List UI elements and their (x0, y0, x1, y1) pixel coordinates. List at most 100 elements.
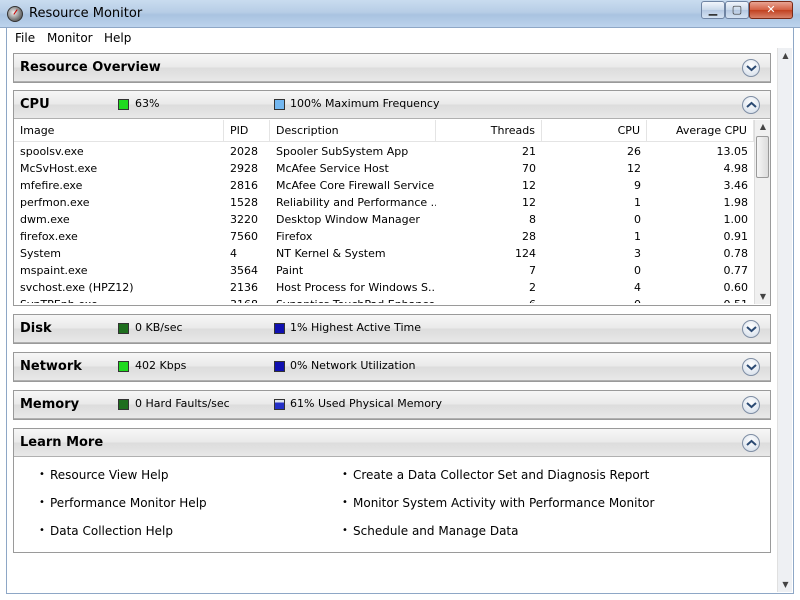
learn-link-schedule-manage-data[interactable]: Schedule and Manage Data (353, 524, 518, 538)
cell-description: Host Process for Windows S... (270, 279, 436, 296)
collapse-toggle-button[interactable] (742, 96, 760, 114)
table-header-row: Image PID Description Threads CPU Averag… (14, 120, 754, 142)
memory-faults-text: 0 Hard Faults/sec (135, 397, 230, 410)
close-button[interactable]: ✕ (749, 1, 793, 19)
cell-threads: 6 (436, 296, 542, 303)
learn-link-data-collection-help[interactable]: Data Collection Help (50, 524, 173, 538)
column-header-average-cpu[interactable]: Average CPU (647, 120, 754, 142)
collapse-toggle-button[interactable] (742, 434, 760, 452)
resource-overview-title: Resource Overview (20, 60, 161, 75)
table-row[interactable]: spoolsv.exe2028Spooler SubSystem App2126… (14, 143, 754, 160)
column-header-pid[interactable]: PID (224, 120, 270, 142)
cpu-title: CPU (20, 97, 50, 112)
bullet-icon: • (342, 525, 348, 536)
table-row[interactable]: svchost.exe (HPZ12)2136Host Process for … (14, 279, 754, 296)
menu-file[interactable]: File (15, 31, 35, 45)
maximize-button[interactable]: ▢ (725, 1, 749, 19)
learn-link-monitor-system-activity[interactable]: Monitor System Activity with Performance… (353, 496, 654, 510)
table-row[interactable]: SynTPEnh.exe3168Synaptics TouchPad Enhan… (14, 296, 754, 303)
memory-header[interactable]: Memory 0 Hard Faults/sec 61% Used Physic… (14, 391, 770, 419)
scroll-down-arrow-icon[interactable]: ▼ (778, 577, 793, 592)
cpu-table-scrollbar[interactable]: ▲ ▼ (754, 120, 770, 304)
table-row[interactable]: dwm.exe3220Desktop Window Manager801.00 (14, 211, 754, 228)
disk-active-swatch (274, 323, 285, 334)
resource-overview-header[interactable]: Resource Overview (14, 54, 770, 82)
minimize-button[interactable]: ▁ (701, 1, 725, 19)
cpu-frequency-swatch (274, 99, 285, 110)
menu-bar: File Monitor Help (6, 28, 794, 48)
chevron-up-icon (746, 101, 757, 109)
cell-image: mspaint.exe (14, 262, 224, 279)
scroll-down-arrow-icon[interactable]: ▼ (755, 290, 771, 304)
cell-threads: 7 (436, 262, 542, 279)
cell-average-cpu: 0.51 (647, 296, 754, 303)
title-bar: Resource Monitor ▁ ▢ ✕ (0, 0, 800, 28)
column-header-threads[interactable]: Threads (436, 120, 542, 142)
bullet-icon: • (342, 469, 348, 480)
learn-link-performance-monitor-help[interactable]: Performance Monitor Help (50, 496, 207, 510)
expand-toggle-button[interactable] (742, 320, 760, 338)
cell-threads: 21 (436, 143, 542, 160)
cell-pid: 4 (224, 245, 270, 262)
learn-more-title: Learn More (20, 435, 103, 450)
disk-active-text: 1% Highest Active Time (290, 321, 421, 334)
cell-cpu: 26 (542, 143, 647, 160)
cell-description: McAfee Core Firewall Service (270, 177, 436, 194)
cell-description: Spooler SubSystem App (270, 143, 436, 160)
cell-cpu: 0 (542, 211, 647, 228)
scrollbar-thumb[interactable] (756, 136, 769, 178)
scroll-up-arrow-icon[interactable]: ▲ (755, 120, 771, 134)
table-row[interactable]: firefox.exe7560Firefox2810.91 (14, 228, 754, 245)
table-row[interactable]: mspaint.exe3564Paint700.77 (14, 262, 754, 279)
network-io-text: 402 Kbps (135, 359, 186, 372)
cell-pid: 7560 (224, 228, 270, 245)
table-row[interactable]: mfefire.exe2816McAfee Core Firewall Serv… (14, 177, 754, 194)
column-header-cpu[interactable]: CPU (542, 120, 647, 142)
cpu-process-table: Image PID Description Threads CPU Averag… (14, 120, 770, 304)
cell-threads: 124 (436, 245, 542, 262)
cell-average-cpu: 0.91 (647, 228, 754, 245)
learn-link-create-data-collector-set[interactable]: Create a Data Collector Set and Diagnosi… (353, 468, 649, 482)
cell-cpu: 1 (542, 228, 647, 245)
cell-cpu: 9 (542, 177, 647, 194)
cell-pid: 3220 (224, 211, 270, 228)
cell-image: dwm.exe (14, 211, 224, 228)
learn-more-header[interactable]: Learn More (14, 429, 770, 457)
cell-average-cpu: 1.98 (647, 194, 754, 211)
resource-monitor-icon (7, 6, 23, 22)
expand-toggle-button[interactable] (742, 59, 760, 77)
cell-pid: 2136 (224, 279, 270, 296)
table-row[interactable]: perfmon.exe1528Reliability and Performan… (14, 194, 754, 211)
table-row[interactable]: McSvHost.exe2928McAfee Service Host70124… (14, 160, 754, 177)
cell-threads: 28 (436, 228, 542, 245)
cell-threads: 12 (436, 177, 542, 194)
cpu-header[interactable]: CPU 63% 100% Maximum Frequency (14, 91, 770, 119)
disk-title: Disk (20, 321, 52, 336)
expand-toggle-button[interactable] (742, 396, 760, 414)
cpu-usage-swatch (118, 99, 129, 110)
menu-help[interactable]: Help (104, 31, 131, 45)
column-header-description[interactable]: Description (270, 120, 436, 142)
network-panel: Network 402 Kbps 0% Network Utilization (13, 352, 771, 382)
disk-panel: Disk 0 KB/sec 1% Highest Active Time (13, 314, 771, 344)
main-scrollbar[interactable]: ▲ ▼ (777, 48, 792, 592)
cell-pid: 1528 (224, 194, 270, 211)
scroll-up-arrow-icon[interactable]: ▲ (778, 48, 793, 63)
memory-used-text: 61% Used Physical Memory (290, 397, 442, 410)
bullet-icon: • (342, 497, 348, 508)
cell-pid: 3564 (224, 262, 270, 279)
cpu-frequency-text: 100% Maximum Frequency (290, 97, 439, 110)
disk-header[interactable]: Disk 0 KB/sec 1% Highest Active Time (14, 315, 770, 343)
cell-threads: 2 (436, 279, 542, 296)
menu-monitor[interactable]: Monitor (47, 31, 93, 45)
learn-link-resource-view-help[interactable]: Resource View Help (50, 468, 169, 482)
chevron-down-icon (746, 401, 757, 409)
expand-toggle-button[interactable] (742, 358, 760, 376)
cell-cpu: 3 (542, 245, 647, 262)
network-header[interactable]: Network 402 Kbps 0% Network Utilization (14, 353, 770, 381)
cell-average-cpu: 4.98 (647, 160, 754, 177)
table-row[interactable]: System4NT Kernel & System12430.78 (14, 245, 754, 262)
column-header-image[interactable]: Image (14, 120, 224, 142)
cell-image: firefox.exe (14, 228, 224, 245)
cell-cpu: 0 (542, 296, 647, 303)
